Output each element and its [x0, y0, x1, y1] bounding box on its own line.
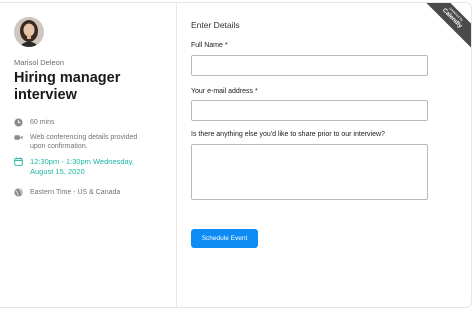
datetime-row: 12:30pm - 1:30pm Wednesday, August 15, 2…	[14, 157, 150, 177]
conferencing-text: Web conferencing details provided upon c…	[30, 134, 138, 150]
duration-row: 60 mins	[14, 118, 150, 127]
host-avatar	[14, 17, 44, 47]
timezone-row: Eastern Time - US & Canada	[14, 188, 150, 197]
calendar-icon	[14, 157, 23, 166]
notes-label: Is there anything else you'd like to sha…	[191, 131, 385, 138]
calendly-badge[interactable]: powered by Calendly	[425, 3, 471, 49]
event-title: Hiring manager interview	[14, 70, 121, 103]
event-info-panel: Marisol Deleon Hiring manager interview …	[0, 3, 177, 307]
email-label: Your e-mail address *	[191, 88, 258, 95]
form-title: Enter Details	[191, 20, 240, 30]
conferencing-row: Web conferencing details provided upon c…	[14, 133, 150, 151]
full-name-input[interactable]	[191, 55, 428, 76]
host-name: Marisol Deleon	[14, 58, 65, 67]
calendly-ribbon[interactable]: powered by Calendly	[425, 3, 471, 49]
timezone-text: Eastern Time - US & Canada	[30, 189, 121, 196]
full-name-label: Full Name *	[191, 42, 228, 49]
powered-by-text: powered by	[448, 6, 464, 23]
globe-icon	[14, 188, 23, 197]
video-camera-icon	[14, 135, 23, 140]
scheduling-card: Marisol Deleon Hiring manager interview …	[0, 2, 472, 308]
clock-icon	[14, 118, 23, 127]
datetime-text: 12:30pm - 1:30pm Wednesday, August 15, 2…	[30, 157, 134, 176]
person-photo-icon	[14, 17, 44, 47]
email-input[interactable]	[191, 100, 428, 121]
notes-textarea[interactable]	[191, 144, 428, 200]
schedule-event-button[interactable]: Schedule Event	[191, 229, 258, 248]
brand-text: Calendly	[440, 7, 463, 30]
duration-text: 60 mins	[30, 119, 55, 126]
